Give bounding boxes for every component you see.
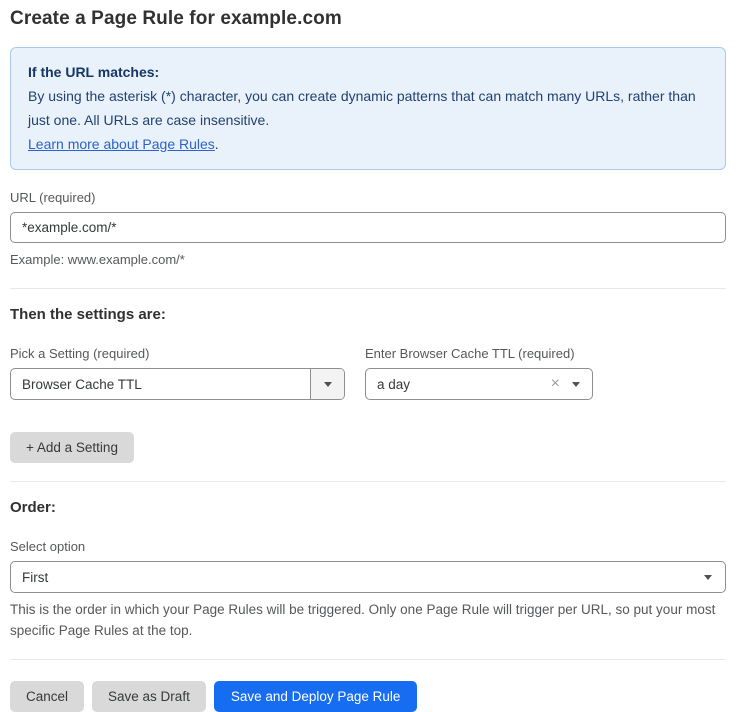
section-divider (10, 481, 726, 482)
order-select-value: First (11, 570, 704, 585)
learn-more-link[interactable]: Learn more about Page Rules (28, 136, 215, 152)
ttl-picker-group: Enter Browser Cache TTL (required) a day… (365, 346, 593, 400)
chevron-down-icon (704, 575, 712, 580)
section-divider (10, 659, 726, 660)
chevron-down-icon (324, 382, 332, 387)
ttl-select[interactable]: a day × (365, 368, 593, 400)
info-box-body: By using the asterisk (*) character, you… (28, 84, 698, 132)
link-period-text: . (215, 136, 219, 152)
clear-icon[interactable]: × (551, 376, 560, 392)
page-title: Create a Page Rule for example.com (10, 8, 726, 30)
order-helper-text: This is the order in which your Page Rul… (10, 599, 720, 641)
setting-select-arrow-button[interactable] (310, 369, 344, 399)
setting-select[interactable]: Browser Cache TTL (10, 368, 345, 400)
ttl-select-icons: × (551, 376, 592, 392)
create-page-rule-form: Create a Page Rule for example.com If th… (10, 8, 726, 712)
save-draft-button[interactable]: Save as Draft (92, 681, 206, 712)
setting-picker-group: Pick a Setting (required) Browser Cache … (10, 346, 345, 400)
section-divider (10, 288, 726, 289)
ttl-picker-label: Enter Browser Cache TTL (required) (365, 346, 593, 361)
url-field-label: URL (required) (10, 190, 726, 205)
add-setting-row: + Add a Setting (10, 432, 726, 463)
order-select-label: Select option (10, 539, 726, 554)
cancel-button[interactable]: Cancel (10, 681, 84, 712)
settings-field-row: Pick a Setting (required) Browser Cache … (10, 346, 726, 400)
ttl-select-value: a day (366, 377, 551, 392)
form-actions: Cancel Save as Draft Save and Deploy Pag… (10, 681, 726, 712)
order-select[interactable]: First (10, 561, 726, 593)
order-section-heading: Order: (10, 499, 726, 516)
info-link-row: Learn more about Page Rules. (28, 132, 708, 156)
url-field-group: URL (required) Example: www.example.com/… (10, 190, 726, 270)
chevron-down-icon[interactable] (572, 382, 580, 387)
url-input[interactable] (10, 212, 726, 243)
setting-select-value: Browser Cache TTL (11, 377, 310, 392)
info-box-heading: If the URL matches: (28, 60, 708, 84)
setting-picker-label: Pick a Setting (required) (10, 346, 345, 361)
add-setting-button[interactable]: + Add a Setting (10, 432, 134, 463)
settings-section-heading: Then the settings are: (10, 306, 726, 323)
url-example-text: Example: www.example.com/* (10, 250, 726, 270)
save-deploy-button[interactable]: Save and Deploy Page Rule (214, 681, 418, 712)
url-match-info-box: If the URL matches: By using the asteris… (10, 47, 726, 170)
